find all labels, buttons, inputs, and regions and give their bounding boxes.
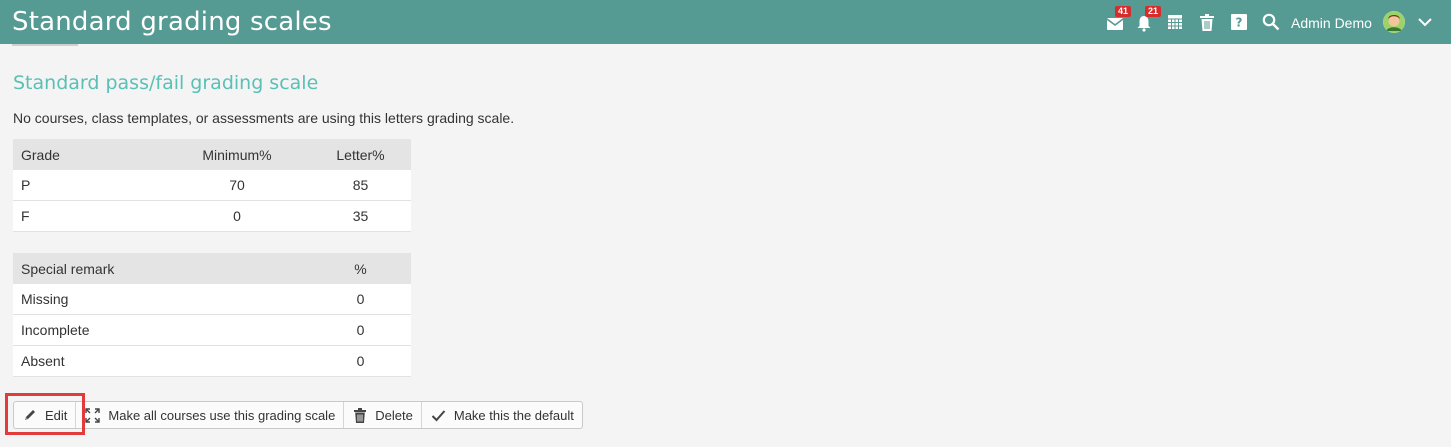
mail-icon — [1106, 18, 1124, 30]
remark-cell: Absent — [13, 345, 310, 377]
percent-column-header: % — [310, 253, 411, 284]
trash-button[interactable] — [1199, 11, 1221, 33]
remarks-header-row: Special remark % — [13, 253, 411, 284]
user-menu-toggle[interactable] — [1417, 15, 1433, 29]
avatar-icon — [1383, 11, 1405, 33]
chevron-down-icon — [1418, 18, 1432, 27]
letter-column-header: Letter% — [310, 139, 411, 170]
letter-cell: 85 — [310, 170, 411, 201]
grades-header-row: Grade Minimum% Letter% — [13, 139, 411, 170]
top-bar: Standard grading scales 41 21 ? Admin De… — [0, 0, 1451, 44]
page-title: Standard grading scales — [12, 7, 332, 37]
search-button[interactable] — [1262, 11, 1284, 33]
minimum-column-header: Minimum% — [164, 139, 310, 170]
remark-cell: Missing — [13, 284, 310, 315]
percent-cell: 0 — [310, 314, 411, 346]
delete-label: Delete — [375, 407, 413, 423]
remark-cell: Incomplete — [13, 314, 310, 346]
edit-button[interactable]: Edit — [14, 402, 77, 428]
notifications-badge: 21 — [1145, 6, 1162, 17]
help-icon: ? — [1231, 14, 1247, 30]
notifications-button[interactable]: 21 — [1136, 6, 1162, 33]
trash-icon — [1200, 14, 1214, 31]
user-name[interactable]: Admin Demo — [1291, 14, 1372, 32]
expand-icon — [85, 407, 101, 423]
trash-icon — [354, 407, 367, 423]
table-row: F 0 35 — [13, 200, 411, 232]
remark-column-header: Special remark — [13, 253, 310, 284]
minimum-cell: 70 — [164, 170, 310, 201]
special-remarks-table: Special remark % Missing 0 Incomplete 0 … — [13, 253, 411, 377]
make-default-label: Make this the default — [453, 407, 574, 423]
table-row: Absent 0 — [13, 345, 411, 377]
messages-badge: 41 — [1115, 6, 1132, 17]
grade-column-header: Grade — [13, 139, 164, 170]
messages-button[interactable]: 41 — [1106, 6, 1132, 33]
title-tab-underline — [12, 44, 78, 46]
delete-button[interactable]: Delete — [344, 402, 422, 428]
table-row: Incomplete 0 — [13, 314, 411, 346]
grade-cell: F — [13, 200, 164, 232]
edit-label: Edit — [45, 407, 68, 423]
grades-table: Grade Minimum% Letter% P 70 85 F 0 35 — [13, 139, 411, 232]
calendar-button[interactable] — [1167, 11, 1189, 33]
help-button[interactable]: ? — [1231, 11, 1253, 33]
svg-text:?: ? — [1236, 16, 1243, 30]
apply-to-all-label: Make all courses use this grading scale — [108, 407, 336, 423]
table-row: Missing 0 — [13, 284, 411, 315]
usage-note: No courses, class templates, or assessme… — [13, 110, 515, 126]
grade-cell: P — [13, 170, 164, 201]
check-icon — [431, 409, 446, 421]
search-icon — [1262, 13, 1280, 31]
percent-cell: 0 — [310, 345, 411, 377]
calendar-icon — [1168, 15, 1182, 29]
percent-cell: 0 — [310, 284, 411, 315]
letter-cell: 35 — [310, 200, 411, 232]
avatar[interactable] — [1383, 11, 1405, 33]
table-row: P 70 85 — [13, 170, 411, 201]
scale-title: Standard pass/fail grading scale — [13, 72, 319, 94]
minimum-cell: 0 — [164, 200, 310, 232]
make-default-button[interactable]: Make this the default — [422, 402, 582, 428]
scale-actions-toolbar: Edit Make all courses use this grading s… — [13, 401, 583, 429]
apply-to-all-courses-button[interactable]: Make all courses use this grading scale — [76, 402, 345, 428]
pencil-icon — [25, 410, 35, 420]
